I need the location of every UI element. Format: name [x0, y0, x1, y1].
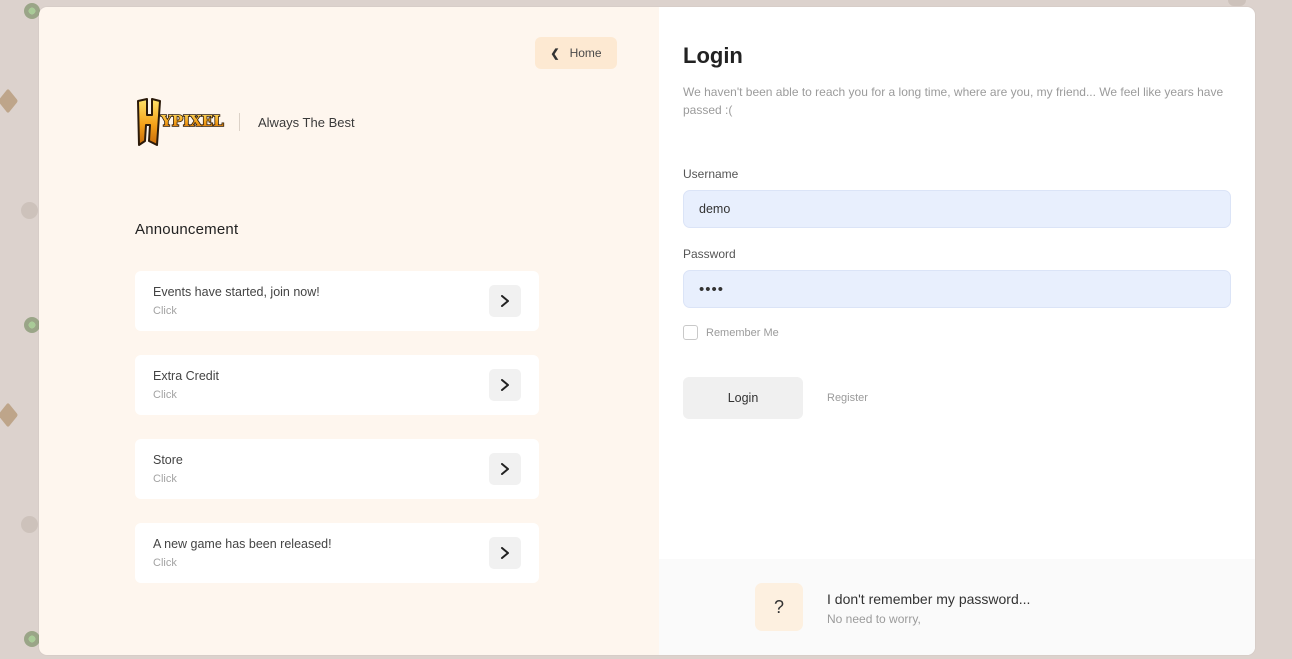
announcement-item-title: Store	[153, 453, 183, 467]
announcement-item-title: A new game has been released!	[153, 537, 332, 551]
forgot-password-section[interactable]: ? I don't remember my password... No nee…	[659, 559, 1255, 655]
announcement-item[interactable]: Events have started, join now! Click	[135, 271, 539, 331]
password-label: Password	[683, 247, 736, 261]
background-gem-icon	[24, 3, 40, 19]
announcement-panel: ❮ Home YPIXEL Always The Best Announceme…	[39, 7, 659, 655]
login-panel: Login We haven't been able to reach you …	[659, 7, 1255, 655]
announcement-item-title: Events have started, join now!	[153, 285, 320, 299]
chevron-right-icon[interactable]	[489, 369, 521, 401]
register-link[interactable]: Register	[827, 392, 868, 404]
home-button[interactable]: ❮ Home	[535, 37, 617, 69]
brand-tagline: Always The Best	[258, 114, 355, 130]
announcement-list: Events have started, join now! Click Ext…	[135, 271, 539, 607]
background-coin-icon	[1228, 0, 1246, 6]
brand: YPIXEL Always The Best	[135, 95, 355, 149]
background-cube-icon	[0, 88, 19, 114]
remember-me-checkbox[interactable]	[683, 325, 698, 340]
announcement-item-subtitle: Click	[153, 473, 177, 485]
announcement-item[interactable]: Extra Credit Click	[135, 355, 539, 415]
announcement-item-subtitle: Click	[153, 557, 177, 569]
remember-me-label: Remember Me	[706, 326, 779, 339]
login-card: ❮ Home YPIXEL Always The Best Announceme…	[39, 7, 1255, 655]
announcement-item-title: Extra Credit	[153, 369, 219, 383]
username-input[interactable]	[683, 190, 1231, 228]
chevron-left-icon: ❮	[550, 47, 560, 60]
forgot-password-title[interactable]: I don't remember my password...	[827, 591, 1030, 607]
chevron-right-icon[interactable]	[489, 537, 521, 569]
announcement-item[interactable]: A new game has been released! Click	[135, 523, 539, 583]
background-coin-icon	[21, 516, 38, 533]
username-label: Username	[683, 167, 739, 181]
remember-me[interactable]: Remember Me	[683, 325, 779, 340]
password-input[interactable]	[683, 270, 1231, 308]
announcement-heading: Announcement	[135, 221, 239, 238]
question-icon: ?	[755, 583, 803, 631]
chevron-right-icon[interactable]	[489, 285, 521, 317]
background-gem-icon	[24, 631, 40, 647]
home-button-label: Home	[569, 46, 602, 60]
forgot-password-subtitle: No need to worry,	[827, 612, 921, 626]
announcement-item-subtitle: Click	[153, 389, 177, 401]
background-gem-icon	[24, 317, 40, 333]
announcement-item-subtitle: Click	[153, 305, 177, 317]
login-button[interactable]: Login	[683, 377, 803, 419]
announcement-item[interactable]: Store Click	[135, 439, 539, 499]
hypixel-logo: YPIXEL	[135, 95, 229, 149]
chevron-right-icon[interactable]	[489, 453, 521, 485]
login-title: Login	[683, 43, 743, 68]
login-subtitle: We haven't been able to reach you for a …	[683, 85, 1224, 117]
background-coin-icon	[21, 202, 38, 219]
brand-divider	[239, 113, 240, 131]
hypixel-logo-text: YPIXEL	[160, 112, 224, 130]
background-cube-icon	[0, 402, 19, 428]
